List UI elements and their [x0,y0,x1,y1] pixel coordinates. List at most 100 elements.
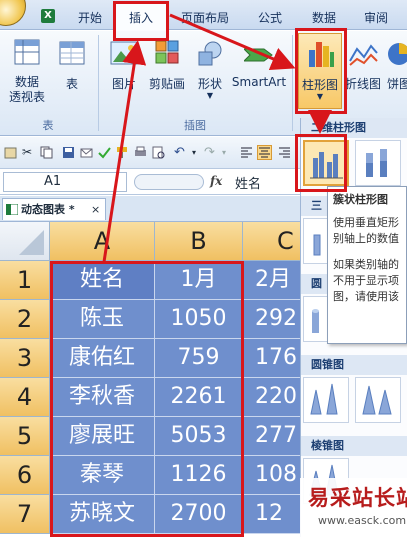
row-header[interactable]: 1 [0,261,50,300]
name-box[interactable]: A1 [3,172,127,192]
table-cell[interactable]: 292 [243,300,300,339]
table-cell[interactable]: 苏晓文 [50,495,155,534]
table-cell[interactable]: 1050 [155,300,243,339]
table-cell[interactable]: 廖展旺 [50,417,155,456]
section-pyramid: 棱锥图 [301,436,407,456]
table-cell[interactable]: 2261 [155,378,243,417]
row-header[interactable]: 6 [0,456,50,495]
chevron-down-icon: ▼ [316,92,324,101]
ribbon-tab-bar: X 开始 插入 页面布局 公式 数据 审阅 [0,0,407,31]
table-cell[interactable]: 220 [243,378,300,417]
table-cell[interactable]: 秦琴 [50,456,155,495]
chevron-down-icon[interactable]: ▾ [222,146,235,159]
table-cell[interactable]: 姓名 [50,261,155,300]
table-cell[interactable]: 2月 [243,261,300,300]
sheet-tab-dynamic-chart[interactable]: 动态图表 * × [2,198,106,220]
column-chart-label: 柱形图 [301,78,338,92]
print-icon[interactable] [134,146,147,159]
table-cell[interactable]: 1126 [155,456,243,495]
spelling-icon[interactable] [98,146,111,159]
watermark-text: 易采站长站 [308,485,407,510]
column-chart-icon [309,42,334,67]
pie-chart-button[interactable]: 饼图 [384,35,407,109]
tooltip-title: 簇状柱形图 [333,193,388,206]
undo-icon[interactable]: ↶ [174,146,187,159]
tab-insert[interactable]: 插入 [115,3,167,31]
table-button[interactable]: 表 [56,35,88,109]
clip-art-button[interactable]: 剪贴画 [146,35,188,109]
table-cell[interactable]: 陈玉 [50,300,155,339]
column-chart-button[interactable]: 柱形图 ▼ [298,33,342,109]
smartart-icon [244,48,273,62]
select-all-corner[interactable] [0,222,50,261]
table-cell[interactable]: 李秋香 [50,378,155,417]
table-cell[interactable]: 277 [243,417,300,456]
stacked-column-thumb[interactable] [355,140,401,186]
table-cell[interactable]: 1月 [155,261,243,300]
chart-type-tooltip: 簇状柱形图 使用垂直矩形 别轴上的数值 如果类别轴的 不用于显示项 图，请使用该 [327,186,407,344]
save-icon[interactable] [62,146,75,159]
shapes-label: 形状 [197,77,222,91]
table-cell[interactable]: 108 [243,456,300,495]
align-left-icon[interactable] [240,146,253,159]
cone-thumb[interactable] [303,377,349,423]
close-icon[interactable]: × [91,199,100,220]
row-header[interactable]: 3 [0,339,50,378]
group-separator [292,35,293,131]
stacked-column-icon [366,149,387,177]
shapes-button[interactable]: 形状 ▼ [192,35,228,109]
table-cell[interactable]: 12 [243,495,300,534]
email-icon[interactable] [80,146,93,159]
group-separator [98,35,99,131]
pivot-table-button[interactable]: 数据 透视表 [4,35,50,109]
clip-art-label: 剪贴画 [148,77,185,91]
cut-icon[interactable]: ✂ [22,146,35,159]
tab-page-layout[interactable]: 页面布局 [181,9,229,26]
column-header-c[interactable]: C [243,222,300,261]
tab-review[interactable]: 审阅 [364,9,388,26]
worksheet-grid: A B C 1234567 姓名 1月 2月 陈玉 1050 292 康佑红 759 176 李秋… [0,222,300,537]
print-preview-icon[interactable] [152,146,165,159]
clustered-column-thumb[interactable] [303,140,349,186]
shapes-icon [198,41,222,66]
picture-label: 图片 [111,77,136,91]
tooltip-line: 别轴上的数值 [333,232,399,245]
table-cell[interactable]: 2700 [155,495,243,534]
table-cell[interactable]: 759 [155,339,243,378]
formula-input[interactable]: 姓名 [235,173,261,192]
table-cell[interactable]: 176 [243,339,300,378]
table-cell[interactable]: 康佑红 [50,339,155,378]
row-header[interactable]: 5 [0,417,50,456]
row-header[interactable]: 7 [0,495,50,534]
quick-access-toolbar: ✂ ↶ ▾ ↷ ▾ [0,137,300,169]
stacked-cone-thumb[interactable] [355,377,401,423]
paste-icon[interactable] [4,146,17,159]
cone-icon [310,383,338,415]
table-cell[interactable]: 5053 [155,417,243,456]
tab-formulas[interactable]: 公式 [258,9,282,26]
row-header[interactable]: 2 [0,300,50,339]
section-cone: 圆锥图 [301,355,407,375]
office-button[interactable] [0,0,26,26]
tooltip-line: 如果类别轴的 [333,258,399,271]
column-header-b[interactable]: B [155,222,243,261]
sheet-tab-label: 动态图表 * [21,203,75,216]
format-painter-icon[interactable] [116,146,129,159]
pivot-table-icon [14,39,40,65]
align-center-icon[interactable] [257,145,272,160]
copy-icon[interactable] [40,146,53,159]
redo-icon[interactable]: ↷ [204,146,217,159]
tab-home[interactable]: 开始 [78,9,102,26]
line-chart-button[interactable]: 折线图 [344,35,382,109]
insert-function-icon[interactable]: fx [210,174,222,188]
section-2d-column: 二维柱形图 [301,118,407,138]
column-header-a[interactable]: A [50,222,155,261]
tab-data[interactable]: 数据 [312,9,336,26]
picture-button[interactable]: 图片 [104,35,144,109]
smartart-button[interactable]: SmartArt [230,35,288,109]
pivot-table-label: 数据 透视表 [8,75,45,104]
row-header[interactable]: 4 [0,378,50,417]
formula-bar-divider[interactable] [134,174,204,190]
pie-chart-label: 饼图 [386,77,407,91]
align-right-icon[interactable] [278,146,291,159]
